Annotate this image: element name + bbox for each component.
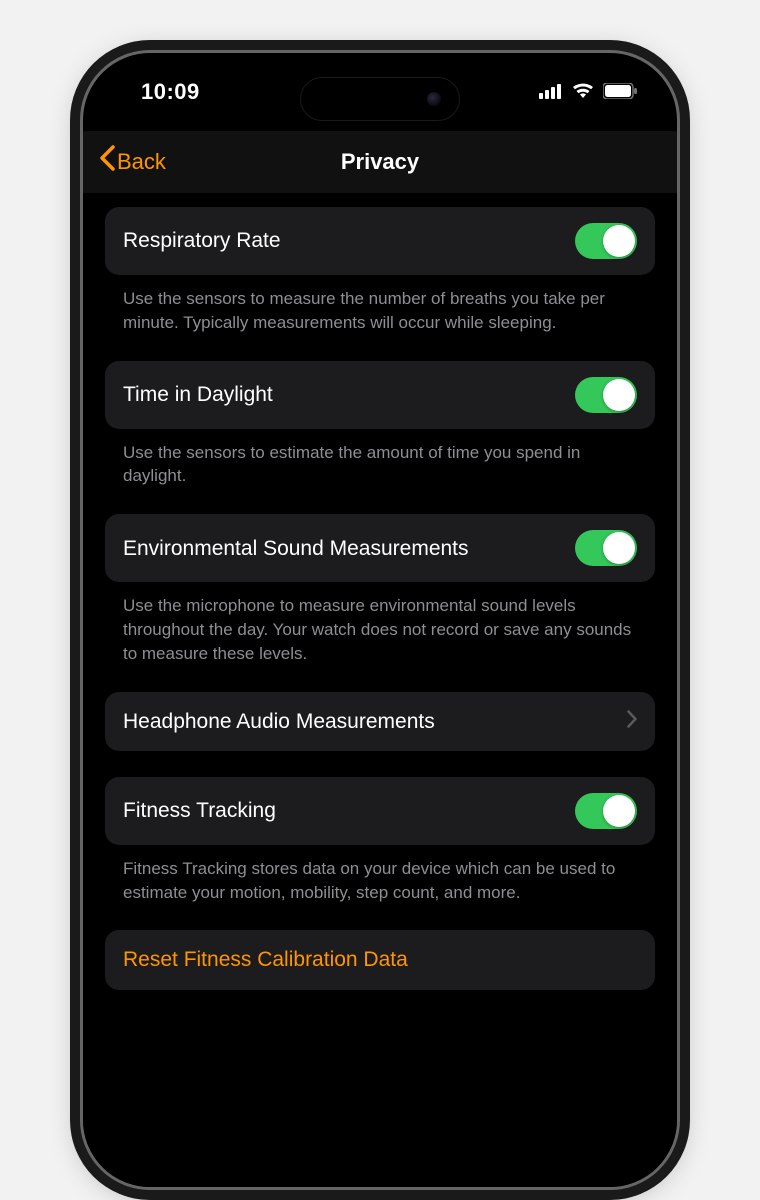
environmental-sound-toggle[interactable] — [575, 530, 637, 566]
fitness-tracking-toggle[interactable] — [575, 793, 637, 829]
environmental-sound-label: Environmental Sound Measurements — [123, 535, 469, 562]
chevron-left-icon — [99, 145, 115, 179]
environmental-sound-row[interactable]: Environmental Sound Measurements — [105, 514, 655, 582]
respiratory-rate-toggle[interactable] — [575, 223, 637, 259]
phone-frame: 10:09 — [80, 50, 680, 1190]
fitness-tracking-footer: Fitness Tracking stores data on your dev… — [105, 845, 655, 931]
respiratory-rate-footer: Use the sensors to measure the number of… — [105, 275, 655, 361]
back-label: Back — [117, 149, 166, 175]
battery-icon — [603, 79, 637, 105]
status-icons — [539, 79, 637, 105]
time-in-daylight-row[interactable]: Time in Daylight — [105, 361, 655, 429]
toggle-knob-icon — [603, 795, 635, 827]
toggle-knob-icon — [603, 532, 635, 564]
reset-calibration-label: Reset Fitness Calibration Data — [123, 946, 408, 973]
fitness-tracking-row[interactable]: Fitness Tracking — [105, 777, 655, 845]
reset-calibration-row[interactable]: Reset Fitness Calibration Data — [105, 930, 655, 989]
back-button[interactable]: Back — [99, 145, 166, 179]
respiratory-rate-label: Respiratory Rate — [123, 227, 281, 254]
wifi-icon — [571, 79, 595, 105]
headphone-audio-row[interactable]: Headphone Audio Measurements — [105, 692, 655, 751]
settings-list[interactable]: Respiratory Rate Use the sensors to meas… — [83, 193, 677, 1187]
fitness-tracking-label: Fitness Tracking — [123, 797, 276, 824]
respiratory-rate-row[interactable]: Respiratory Rate — [105, 207, 655, 275]
chevron-right-icon — [627, 708, 637, 734]
headphone-audio-label: Headphone Audio Measurements — [123, 708, 435, 735]
time-in-daylight-footer: Use the sensors to estimate the amount o… — [105, 429, 655, 515]
toggle-knob-icon — [603, 379, 635, 411]
page-title: Privacy — [83, 149, 677, 175]
dynamic-island — [300, 77, 460, 121]
time-in-daylight-toggle[interactable] — [575, 377, 637, 413]
environmental-sound-footer: Use the microphone to measure environmen… — [105, 582, 655, 691]
front-camera-icon — [427, 92, 441, 106]
status-time: 10:09 — [141, 79, 200, 105]
toggle-knob-icon — [603, 225, 635, 257]
screen: 10:09 — [83, 53, 677, 1187]
time-in-daylight-label: Time in Daylight — [123, 381, 273, 408]
cellular-icon — [539, 79, 563, 105]
nav-bar: Back Privacy — [83, 131, 677, 193]
